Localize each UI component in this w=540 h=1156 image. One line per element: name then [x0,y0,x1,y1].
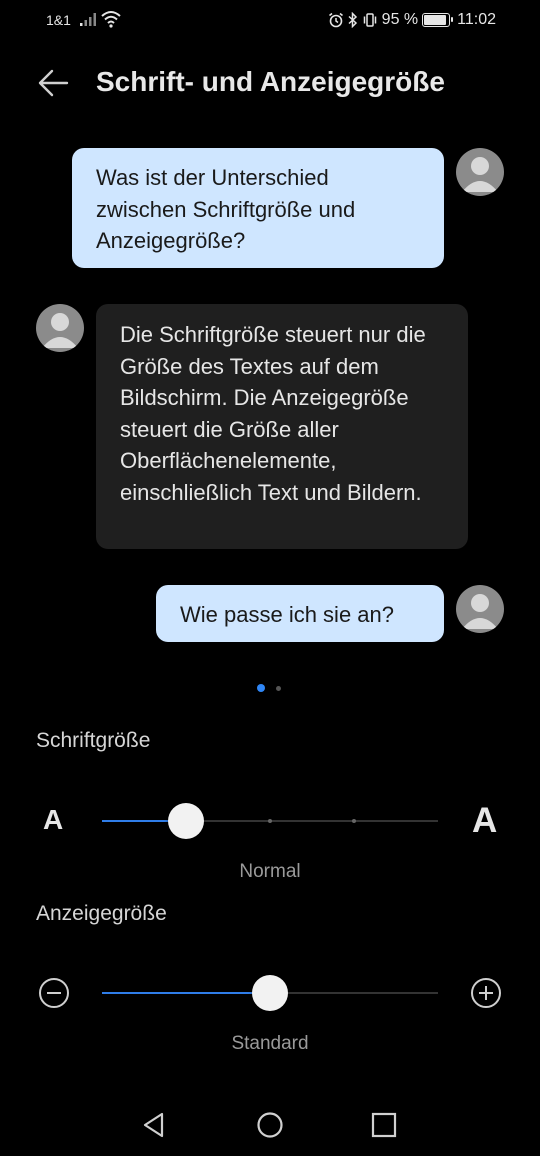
display-size-slider-thumb[interactable] [252,975,288,1011]
font-size-slider[interactable] [102,819,438,823]
user-avatar [456,148,504,196]
user-avatar [456,585,504,633]
wifi-icon [101,11,121,28]
assistant-message-bubble: Die Schriftgröße steuert nur die Größe d… [96,304,468,549]
home-circle-icon[interactable] [255,1110,285,1140]
assistant-avatar [36,304,84,352]
small-text-icon: A [43,804,64,835]
arrow-left-icon[interactable] [36,66,70,100]
font-size-slider-thumb[interactable] [168,803,204,839]
font-size-label: Schriftgröße [36,729,151,752]
person-icon [462,157,498,192]
slider-tick [352,819,356,823]
large-text-icon: A [472,801,498,840]
vibrate-icon [363,13,376,27]
signal-icon [80,13,96,26]
minus-circle-icon[interactable] [38,977,70,1009]
plus-circle-icon[interactable] [470,977,502,1009]
user-message-bubble: Was ist der Unterschied zwischen Schrift… [72,148,444,268]
display-size-value: Standard [231,1033,309,1054]
font-size-value: Normal [239,861,301,882]
person-icon [462,594,498,629]
battery-percent: 95 % [381,11,419,28]
user-message-bubble: Wie passe ich sie an? [156,585,444,642]
clock: 11:02 [457,11,496,28]
alarm-icon [328,12,343,28]
bluetooth-icon [348,12,357,28]
page-dot-active[interactable] [257,684,265,692]
status-bar: 1&1 95 % 11:02 [0,0,540,40]
recents-square-icon[interactable] [369,1110,399,1140]
navigation-bar [0,1100,540,1150]
page-title: Schrift- und Anzeigegröße [96,66,445,97]
display-size-label: Anzeigegröße [36,902,167,925]
person-icon [42,313,78,348]
page-dot[interactable] [276,686,281,691]
status-right: 95 % 11:02 [328,9,496,31]
carrier-label: 1&1 [46,12,71,28]
slider-tick [268,819,272,823]
page-indicator [0,684,540,694]
battery-icon [422,13,454,27]
back-triangle-icon[interactable] [140,1110,170,1140]
